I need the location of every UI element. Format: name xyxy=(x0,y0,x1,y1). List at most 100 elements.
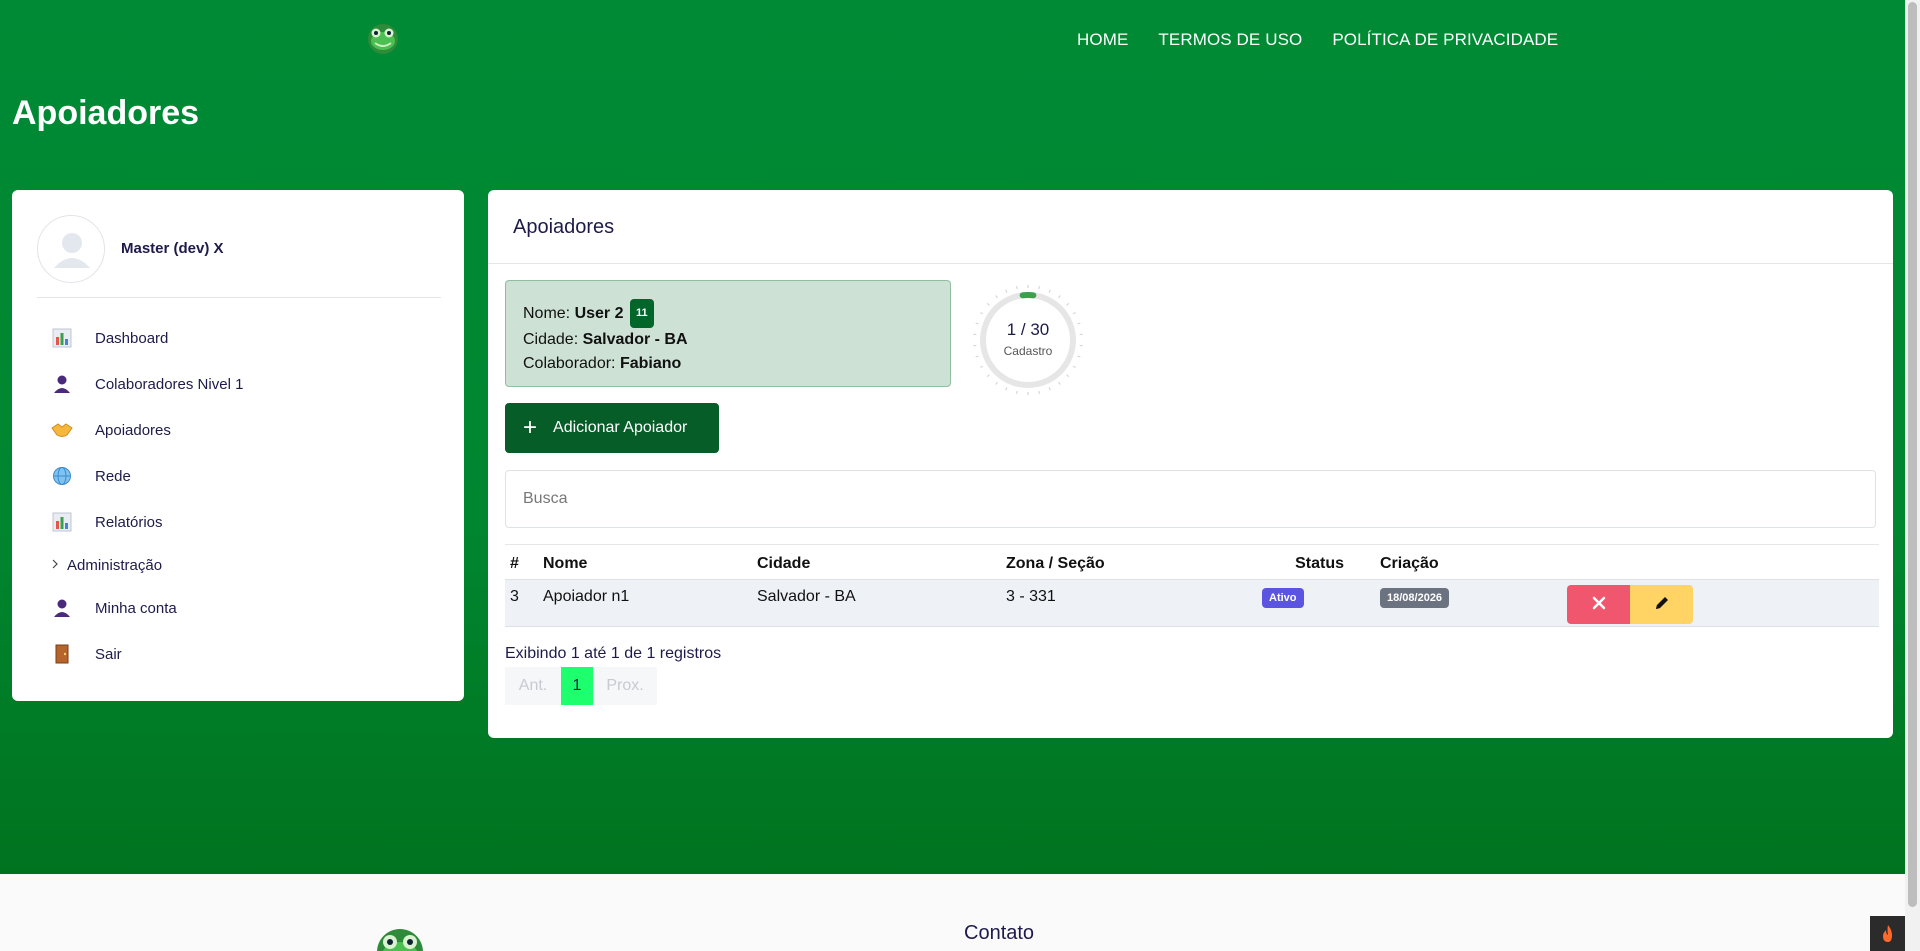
profile-name: Master (dev) X xyxy=(121,240,224,257)
edit-button[interactable] xyxy=(1630,585,1693,624)
bar-chart-icon xyxy=(51,511,73,533)
gauge-tick xyxy=(1072,365,1076,368)
pencil-icon xyxy=(1654,595,1670,614)
col-header-cidade[interactable]: Cidade xyxy=(757,555,1006,573)
gauge-tick xyxy=(1016,390,1018,394)
sidebar-item-rede[interactable]: Rede xyxy=(37,453,441,499)
frog-logo-icon xyxy=(374,926,426,951)
table-header: # Nome Cidade Zona / Seção Status Criaçã… xyxy=(505,544,1879,579)
gauge-tick xyxy=(1038,390,1040,394)
gauge-tick xyxy=(1048,289,1051,293)
gauge-label: Cadastro xyxy=(1003,344,1053,358)
nav-link-home[interactable]: HOME xyxy=(1077,30,1128,50)
sidebar: Master (dev) X Dashboard Colaboradores N… xyxy=(12,190,464,701)
sidebar-item-label: Dashboard xyxy=(95,329,169,347)
sidebar-menu: Dashboard Colaboradores Nivel 1 Apoiador… xyxy=(37,315,441,677)
gauge-tick xyxy=(980,312,984,315)
gauge-tick xyxy=(1058,295,1061,299)
info-nome-value: User 2 xyxy=(574,305,624,322)
pagination-page-1[interactable]: 1 xyxy=(561,667,593,705)
cell-nome: Apoiador n1 xyxy=(543,588,630,605)
gauge-tick xyxy=(1048,387,1051,391)
sidebar-item-minha-conta[interactable]: Minha conta xyxy=(37,585,441,631)
info-cidade-value: Salvador - BA xyxy=(582,330,688,348)
gauge-tick xyxy=(1005,289,1008,293)
globe-icon xyxy=(51,465,73,487)
gauge-tick xyxy=(986,374,990,378)
nav-links: HOME TERMOS DE USO POLÍTICA DE PRIVACIDA… xyxy=(1077,30,1558,50)
apoiadores-card: Apoiadores Nome: User 2 11 Cidade: Salva… xyxy=(488,190,1893,738)
col-header-status[interactable]: Status xyxy=(1234,555,1362,573)
gauge-value: 1 / 30 xyxy=(1006,320,1050,339)
info-colaborador-label: Colaborador: xyxy=(523,355,616,372)
count-badge: 11 xyxy=(629,299,654,328)
col-header-id[interactable]: # xyxy=(505,555,543,573)
close-icon xyxy=(1592,593,1606,616)
col-header-criacao[interactable]: Criação xyxy=(1362,555,1567,573)
sidebar-item-dashboard[interactable]: Dashboard xyxy=(37,315,441,361)
cell-criacao: 18/08/2026 xyxy=(1362,588,1567,608)
bar-chart-icon xyxy=(51,327,73,349)
apoiadores-table: # Nome Cidade Zona / Seção Status Criaçã… xyxy=(505,544,1879,627)
sidebar-item-administracao[interactable]: Administração xyxy=(37,545,441,585)
pagination-next[interactable]: Prox. xyxy=(593,667,657,705)
search-input[interactable] xyxy=(505,470,1876,528)
user-icon xyxy=(51,597,73,619)
info-cidade-label: Cidade: xyxy=(523,330,579,348)
status-badge: Ativo xyxy=(1262,588,1304,608)
hero-background: HOME TERMOS DE USO POLÍTICA DE PRIVACIDA… xyxy=(0,0,1905,874)
cell-status: Ativo xyxy=(1234,588,1362,608)
sidebar-item-apoiadores[interactable]: Apoiadores xyxy=(37,407,441,453)
cell-cidade: Salvador - BA xyxy=(757,588,856,605)
info-colaborador: Colaborador: Fabiano xyxy=(523,352,933,377)
scrollbar-thumb[interactable] xyxy=(1908,2,1917,907)
sidebar-item-label: Minha conta xyxy=(95,599,177,617)
sidebar-item-label: Colaboradores Nivel 1 xyxy=(95,375,244,393)
footer: Contato xyxy=(0,874,1905,951)
gauge-ring xyxy=(973,285,1083,395)
col-header-nome[interactable]: Nome xyxy=(543,555,757,573)
cell-id: 3 xyxy=(510,588,519,605)
nav-link-terms[interactable]: TERMOS DE USO xyxy=(1158,30,1302,50)
gauge-tick xyxy=(1066,374,1070,378)
sidebar-item-sair[interactable]: Sair xyxy=(37,631,441,677)
gauge-tick xyxy=(986,302,990,306)
handshake-icon xyxy=(51,419,73,441)
sidebar-item-label: Apoiadores xyxy=(95,421,171,439)
user-icon xyxy=(51,373,73,395)
page-scrollbar[interactable] xyxy=(1905,0,1920,951)
pagination-prev[interactable]: Ant. xyxy=(505,667,561,705)
flame-icon[interactable] xyxy=(1870,916,1905,951)
gauge-tick xyxy=(1066,302,1070,306)
nav-link-privacy[interactable]: POLÍTICA DE PRIVACIDADE xyxy=(1332,30,1558,50)
gauge-tick xyxy=(1072,312,1076,315)
col-header-zona[interactable]: Zona / Seção xyxy=(1006,555,1234,573)
gauge-tick xyxy=(995,295,998,299)
top-navbar: HOME TERMOS DE USO POLÍTICA DE PRIVACIDA… xyxy=(0,0,1905,80)
door-icon xyxy=(51,643,73,665)
gauge-tick xyxy=(1038,286,1040,290)
add-apoiador-label: Adicionar Apoiador xyxy=(553,419,688,436)
gauge-tick xyxy=(980,365,984,368)
sidebar-item-label: Administração xyxy=(67,556,163,574)
sidebar-item-label: Sair xyxy=(95,645,122,663)
info-colaborador-value: Fabiano xyxy=(619,355,682,372)
add-apoiador-button[interactable]: + Adicionar Apoiador xyxy=(505,403,719,453)
row-actions xyxy=(1567,585,1693,624)
chevron-right-icon xyxy=(51,558,59,572)
sidebar-item-colaboradores[interactable]: Colaboradores Nivel 1 xyxy=(37,361,441,407)
page-title: Apoiadores xyxy=(12,94,200,132)
avatar-icon xyxy=(37,215,105,283)
gauge-tick xyxy=(995,381,998,385)
info-nome: Nome: User 2 11 xyxy=(523,299,933,328)
sidebar-item-relatorios[interactable]: Relatórios xyxy=(37,499,441,545)
delete-button[interactable] xyxy=(1567,585,1630,624)
table-row[interactable]: 3 Apoiador n1 Salvador - BA 3 - 331 Ativ… xyxy=(505,579,1879,627)
pagination: Ant. 1 Prox. xyxy=(505,667,657,705)
gauge-tick xyxy=(1058,381,1061,385)
gauge-tick xyxy=(1016,286,1018,290)
cell-zona: 3 - 331 xyxy=(1006,588,1056,605)
sidebar-item-label: Relatórios xyxy=(95,513,163,531)
plus-icon: + xyxy=(523,414,538,441)
frog-logo-icon[interactable] xyxy=(366,22,400,56)
